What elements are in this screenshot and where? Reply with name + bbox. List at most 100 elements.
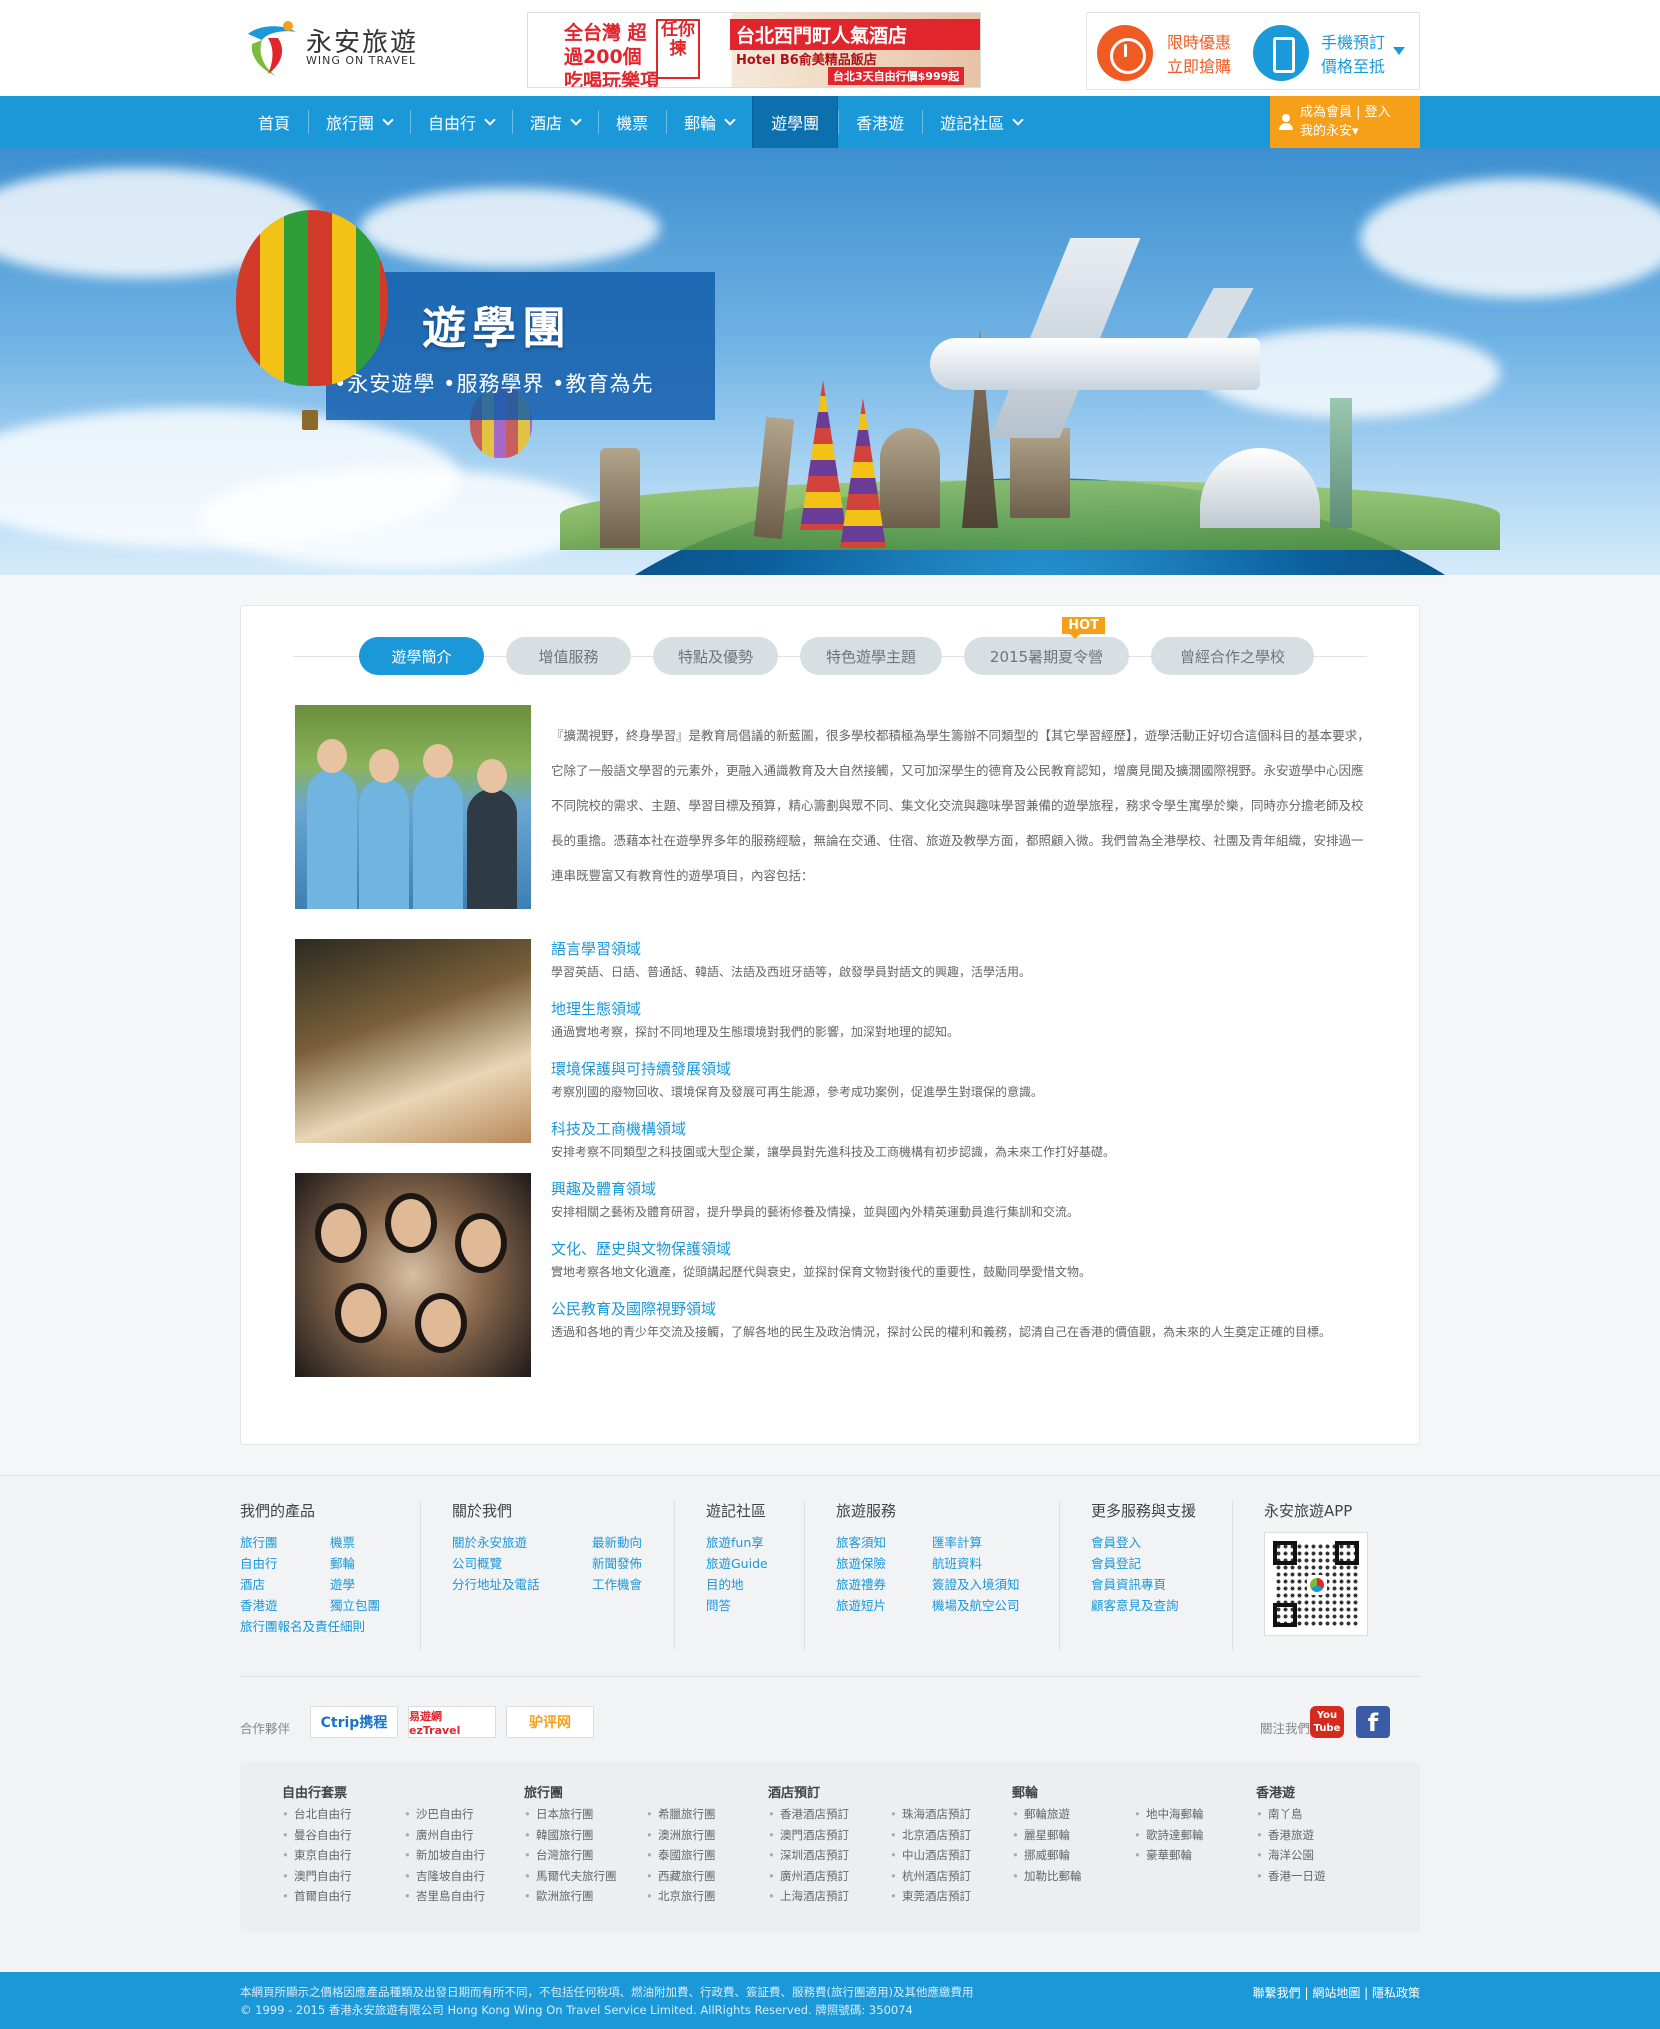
area-title[interactable]: 興趣及體育領域 <box>551 1178 1371 1202</box>
sitemap-link[interactable]: 香港一日遊 <box>1256 1866 1376 1887</box>
sitemap-link[interactable]: 峇里島自由行 <box>404 1886 526 1907</box>
footer-link[interactable]: 獨立包團 <box>330 1595 420 1616</box>
sitemap-link[interactable]: 上海酒店預訂 <box>768 1886 890 1907</box>
sitemap-link[interactable]: 東莞酒店預訂 <box>890 1886 1012 1907</box>
area-title[interactable]: 地理生態領域 <box>551 998 1371 1022</box>
footer-link[interactable]: 旅遊Guide <box>706 1553 806 1574</box>
sitemap-link[interactable]: 杭州酒店預訂 <box>890 1866 1012 1887</box>
sitemap-link[interactable]: 西藏旅行團 <box>646 1866 768 1887</box>
sitemap-link[interactable]: 澳洲旅行團 <box>646 1825 768 1846</box>
sitemap-link[interactable]: 首爾自由行 <box>282 1886 404 1907</box>
sitemap-link[interactable]: 挪威郵輪 <box>1012 1845 1134 1866</box>
sitemap-link[interactable]: 地中海郵輪 <box>1134 1804 1256 1825</box>
sitemap-link[interactable]: 泰國旅行團 <box>646 1845 768 1866</box>
footer-link[interactable]: 顧客意見及查詢 <box>1091 1595 1221 1616</box>
sitemap-link[interactable]: 韓國旅行團 <box>524 1825 646 1846</box>
sitemap-link[interactable]: 東京自由行 <box>282 1845 404 1866</box>
footer-link[interactable]: 最新動向 <box>592 1532 672 1553</box>
sitemap-link[interactable]: 台灣旅行團 <box>524 1845 646 1866</box>
sitemap-link[interactable]: 加勒比郵輪 <box>1012 1866 1134 1887</box>
footer-link[interactable]: 公司概覽 <box>452 1553 562 1574</box>
sitemap-link[interactable]: 澳門酒店預訂 <box>768 1825 890 1846</box>
footer-link[interactable]: 旅遊禮券 <box>836 1574 902 1595</box>
nav-fit[interactable]: 自由行 <box>410 96 512 148</box>
footer-link[interactable]: 關於永安旅遊 <box>452 1532 562 1553</box>
nav-flights[interactable]: 機票 <box>598 96 666 148</box>
footer-link[interactable]: 自由行 <box>240 1553 300 1574</box>
area-title[interactable]: 環境保護與可持續發展領域 <box>551 1058 1371 1082</box>
sitemap-link[interactable]: 澳門自由行 <box>282 1866 404 1887</box>
area-title[interactable]: 文化、歷史與文物保護領域 <box>551 1238 1371 1262</box>
my-wingon[interactable]: 我的永安▾ <box>1300 122 1420 141</box>
footer-link[interactable]: 旅遊保險 <box>836 1553 902 1574</box>
facebook-icon[interactable]: f <box>1356 1706 1390 1738</box>
member-login[interactable]: 成為會員 | 登入 我的永安▾ <box>1270 96 1420 148</box>
sitemap-link[interactable]: 曼谷自由行 <box>282 1825 404 1846</box>
footer-link[interactable]: 新聞發佈 <box>592 1553 672 1574</box>
area-title[interactable]: 公民教育及國際視野領域 <box>551 1298 1371 1322</box>
sitemap-link[interactable]: 廣州自由行 <box>404 1825 526 1846</box>
nav-hk-tour[interactable]: 香港遊 <box>838 96 922 148</box>
sitemap-link[interactable]: 歌詩達郵輪 <box>1134 1825 1256 1846</box>
nav-home[interactable]: 首頁 <box>240 96 308 148</box>
footer-link[interactable]: 匯率計算 <box>932 1532 1052 1553</box>
header-ad-banner[interactable]: 全台灣 超過200個 吃喝玩樂項目 任你揀 台北西門町人氣酒店 Hotel B6… <box>527 12 981 88</box>
footer-link[interactable]: 酒店 <box>240 1574 300 1595</box>
footer-link[interactable]: 旅遊短片 <box>836 1595 902 1616</box>
nav-study-tour[interactable]: 遊學團 <box>752 96 839 148</box>
footer-link[interactable]: 會員登記 <box>1091 1553 1221 1574</box>
footer-link[interactable]: 會員資訊專頁 <box>1091 1574 1221 1595</box>
area-title[interactable]: 科技及工商機構領域 <box>551 1118 1371 1142</box>
sitemap-link[interactable]: 新加坡自由行 <box>404 1845 526 1866</box>
sitemap-link[interactable]: 北京旅行團 <box>646 1886 768 1907</box>
footer-link[interactable]: 工作機會 <box>592 1574 672 1595</box>
partner-ctrip-logo[interactable]: Ctrip携程 <box>310 1706 398 1738</box>
tab-summer-camp[interactable]: 2015暑期夏令營 HOT <box>964 617 1129 675</box>
footer-link[interactable]: 目的地 <box>706 1574 806 1595</box>
sitemap-link[interactable]: 南丫島 <box>1256 1804 1376 1825</box>
sitemap-link[interactable]: 麗星郵輪 <box>1012 1825 1134 1846</box>
youtube-icon[interactable]: You Tube <box>1310 1706 1344 1738</box>
sitemap-link[interactable]: 馬爾代夫旅行團 <box>524 1866 646 1887</box>
footer-link[interactable]: 旅客須知 <box>836 1532 902 1553</box>
sitemap-link[interactable]: 香港酒店預訂 <box>768 1804 890 1825</box>
footer-link[interactable]: 簽證及入境須知 <box>932 1574 1052 1595</box>
nav-community[interactable]: 遊記社區 <box>922 96 1040 148</box>
tab-features[interactable]: 特點及優勢 <box>653 637 778 675</box>
footer-link[interactable]: 問答 <box>706 1595 806 1616</box>
flash-sale-link[interactable]: 限時優惠 立即搶購 <box>1167 31 1237 79</box>
nav-tours[interactable]: 旅行團 <box>308 96 410 148</box>
footer-link[interactable]: 旅行團 <box>240 1532 300 1553</box>
sitemap-link[interactable]: 廣州酒店預訂 <box>768 1866 890 1887</box>
bottom-links[interactable]: 聯繫我們 | 網站地圖 | 隱私政策 <box>1253 1984 1420 2001</box>
nav-cruise[interactable]: 郵輪 <box>666 96 752 148</box>
footer-link[interactable]: 航班資料 <box>932 1553 1052 1574</box>
partner-eztravel-logo[interactable]: 易遊網 ezTravel <box>408 1706 496 1738</box>
tab-themes[interactable]: 特色遊學主題 <box>800 637 942 675</box>
mobile-booking-link[interactable]: 手機預訂 價格至抵 <box>1321 31 1391 79</box>
mobile-phone-icon[interactable] <box>1253 25 1309 81</box>
partner-lvping-logo[interactable]: 驴评网 <box>506 1706 594 1738</box>
sitemap-link[interactable]: 香港旅遊 <box>1256 1825 1376 1846</box>
sitemap-link[interactable]: 北京酒店預訂 <box>890 1825 1012 1846</box>
sitemap-link[interactable]: 台北自由行 <box>282 1804 404 1825</box>
footer-link[interactable]: 機票 <box>330 1532 420 1553</box>
tab-value-added[interactable]: 增值服務 <box>506 637 631 675</box>
sitemap-link[interactable]: 珠海酒店預訂 <box>890 1804 1012 1825</box>
site-logo[interactable]: 永安旅遊 WING ON TRAVEL <box>240 14 420 84</box>
footer-link[interactable]: 遊學 <box>330 1574 420 1595</box>
footer-link[interactable]: 旅行團報名及責任細則 <box>240 1616 420 1637</box>
sitemap-link[interactable]: 吉隆坡自由行 <box>404 1866 526 1887</box>
nav-hotels[interactable]: 酒店 <box>512 96 598 148</box>
sitemap-link[interactable]: 郵輪旅遊 <box>1012 1804 1134 1825</box>
sitemap-link[interactable]: 海洋公園 <box>1256 1845 1376 1866</box>
sitemap-link[interactable]: 沙巴自由行 <box>404 1804 526 1825</box>
sitemap-link[interactable]: 日本旅行團 <box>524 1804 646 1825</box>
timer-icon[interactable] <box>1097 25 1153 81</box>
footer-link[interactable]: 機場及航空公司 <box>932 1595 1052 1616</box>
sitemap-link[interactable]: 深圳酒店預訂 <box>768 1845 890 1866</box>
sitemap-link[interactable]: 中山酒店預訂 <box>890 1845 1012 1866</box>
member-register-login[interactable]: 成為會員 | 登入 <box>1300 103 1420 122</box>
tab-partner-schools[interactable]: 曾經合作之學校 <box>1151 637 1314 675</box>
tab-intro[interactable]: 遊學簡介 <box>359 637 484 675</box>
